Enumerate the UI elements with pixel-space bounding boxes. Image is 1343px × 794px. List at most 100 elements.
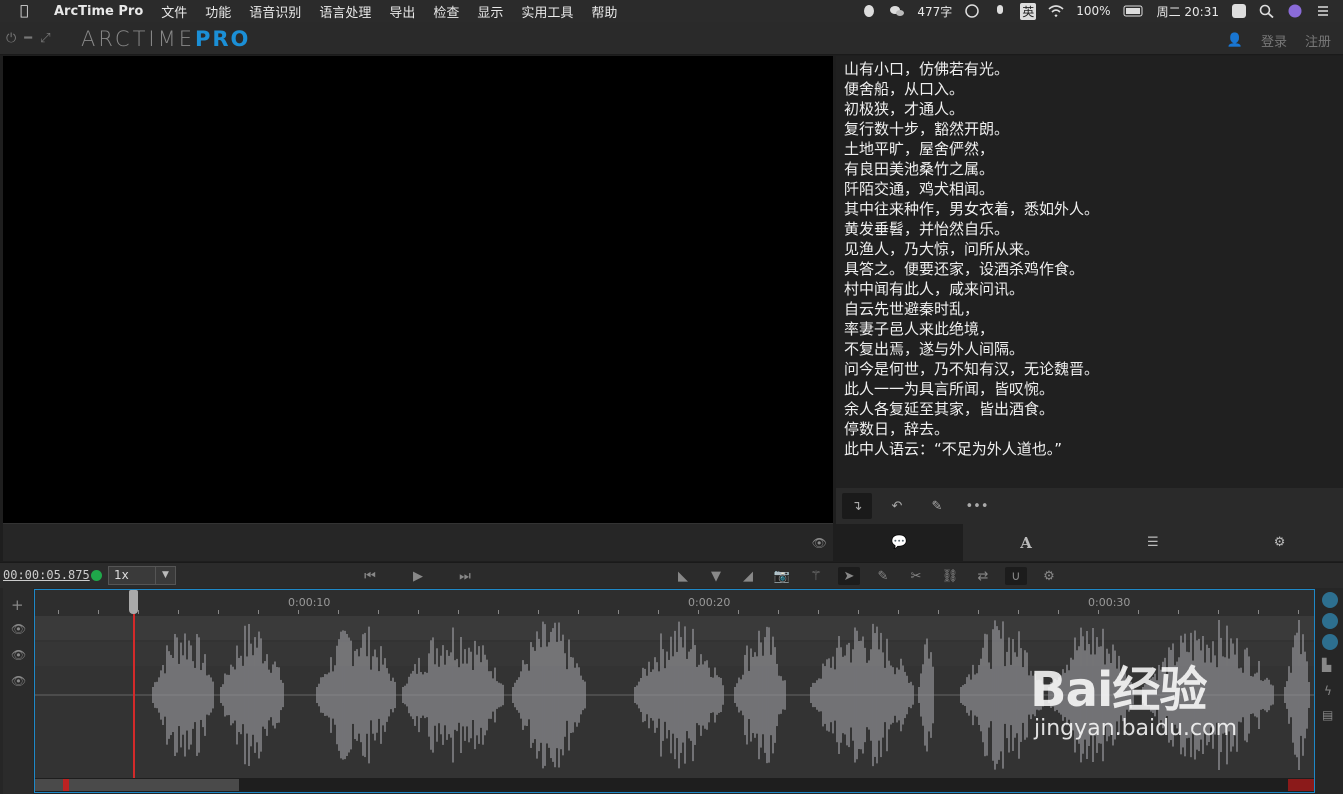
login-link[interactable]: 登录 (1261, 31, 1287, 50)
settings-gear-icon[interactable]: ⚙ (1038, 567, 1060, 585)
chart-icon[interactable]: ▙ (1322, 658, 1331, 672)
skip-back-icon[interactable]: ⏮ (359, 567, 381, 585)
play-icon[interactable]: ▶ (407, 567, 429, 585)
eye-icon[interactable]: 👁 (812, 536, 827, 550)
subtitle-line[interactable]: 停数日，辞去。 (844, 419, 1335, 439)
subtitle-line[interactable]: 山有小口，仿佛若有光。 (844, 59, 1335, 79)
sogou-icon[interactable] (1231, 4, 1247, 18)
subtitle-line[interactable]: 复行数十步，豁然开朗。 (844, 119, 1335, 139)
timeline-scrollbar[interactable] (35, 778, 1314, 792)
keyboard-icon[interactable]: ▤ (1322, 708, 1333, 722)
menu-tools[interactable]: 实用工具 (521, 2, 573, 21)
insert-icon[interactable]: ↴ (842, 493, 872, 519)
scissors-icon[interactable]: ✂ (905, 567, 927, 585)
wifi-icon[interactable] (1048, 4, 1064, 18)
lightning-icon[interactable]: ϟ (1324, 684, 1332, 698)
subtitle-line[interactable]: 阡陌交通，鸡犬相闻。 (844, 179, 1335, 199)
qq-icon[interactable] (861, 4, 877, 18)
subtitle-line[interactable]: 余人各复延至其家，皆出酒食。 (844, 399, 1335, 419)
subtitle-line[interactable]: 黄发垂髫，并怡然自乐。 (844, 219, 1335, 239)
subtitle-line[interactable]: 自云先世避秦时乱， (844, 299, 1335, 319)
clock[interactable]: 周二 20:31 (1157, 3, 1219, 20)
menu-check[interactable]: 检查 (433, 2, 459, 21)
mark-in-icon[interactable]: ◣ (672, 567, 694, 585)
add-track-icon[interactable]: + (11, 596, 24, 614)
pointer-icon[interactable]: ➤ (838, 567, 860, 585)
subtitle-line[interactable]: 问今是何世，乃不知有汉，无论魏晋。 (844, 359, 1335, 379)
scroll-marker (63, 779, 69, 791)
chat-icon: 💬 (891, 535, 908, 550)
video-preview[interactable] (3, 56, 833, 523)
track-eye-icon[interactable]: 👁 (11, 648, 26, 662)
subtitle-line[interactable]: 村中闻有此人，咸来问讯。 (844, 279, 1335, 299)
battery-icon[interactable] (1123, 4, 1145, 18)
menu-function[interactable]: 功能 (205, 2, 231, 21)
mark-out-icon[interactable]: ◢ (737, 567, 759, 585)
fullscreen-icon[interactable]: ⤢ (40, 31, 50, 46)
tab-list[interactable]: ☰ (1090, 524, 1217, 561)
subtitle-line[interactable]: 有良田美池桑竹之属。 (844, 159, 1335, 179)
zoom-dial-icon[interactable] (1322, 634, 1338, 650)
menu-help[interactable]: 帮助 (591, 2, 617, 21)
chevron-down-icon[interactable]: ▼ (155, 567, 175, 584)
time-ruler[interactable]: 0:00:10 0:00:20 0:00:30 (35, 590, 1314, 616)
link-icon[interactable]: ⛓ (939, 567, 961, 585)
apple-icon[interactable]:  (20, 3, 38, 19)
emoji-icon[interactable] (964, 4, 980, 18)
notification-center-icon[interactable] (1315, 4, 1331, 18)
subtitle-line[interactable]: 见渔人，乃大惊，问所从来。 (844, 239, 1335, 259)
wechat-icon[interactable] (889, 4, 905, 18)
siri-icon[interactable] (1287, 4, 1303, 18)
system-menubar:  ArcTime Pro 文件 功能 语音识别 语言处理 导出 检查 显示 实… (0, 0, 1343, 22)
skip-forward-icon[interactable]: ⏭ (454, 567, 476, 585)
minimize-icon[interactable]: ━ (24, 31, 32, 46)
menu-speech-recognition[interactable]: 语音识别 (249, 2, 301, 21)
tab-chat[interactable]: 💬 (836, 524, 963, 561)
tab-text-style[interactable]: A (963, 524, 1090, 561)
microphone-icon[interactable] (992, 4, 1008, 18)
ruler-tick (218, 610, 219, 614)
zoom-dial-icon[interactable] (1322, 592, 1338, 608)
ruler-tick (898, 610, 899, 614)
subtitle-line[interactable]: 其中往来种作，男女衣着，悉如外人。 (844, 199, 1335, 219)
subtitle-line[interactable]: 土地平旷，屋舍俨然， (844, 139, 1335, 159)
zoom-dial-icon[interactable] (1322, 613, 1338, 629)
menu-display[interactable]: 显示 (477, 2, 503, 21)
undo-icon[interactable]: ↶ (882, 493, 912, 519)
swap-icon[interactable]: ⇄ (972, 567, 994, 585)
power-icon[interactable]: ⏻ (6, 31, 16, 46)
timecode[interactable]: 00:00:05.875 (3, 568, 90, 582)
mark-down-icon[interactable]: ▼ (705, 567, 727, 585)
register-link[interactable]: 注册 (1305, 31, 1331, 50)
track-eye-icon[interactable]: 👁 (11, 674, 26, 688)
subtitle-line[interactable]: 初极狭，才通人。 (844, 99, 1335, 119)
menu-language-processing[interactable]: 语言处理 (319, 2, 371, 21)
input-method[interactable]: 英 (1020, 2, 1037, 20)
track-eye-icon[interactable]: 👁 (11, 622, 26, 636)
magic-wand-icon[interactable]: ⚚ (805, 567, 827, 585)
subtitle-line[interactable]: 此中人语云：“不足为外人道也。” (844, 439, 1335, 459)
edit-icon[interactable]: ✎ (872, 567, 894, 585)
ruler-tick (1138, 610, 1139, 614)
speed-select[interactable]: 1x ▼ (108, 566, 176, 585)
ruler-tick (858, 610, 859, 614)
menu-file[interactable]: 文件 (161, 2, 187, 21)
pencil-icon[interactable]: ✎ (922, 493, 952, 519)
sliders-icon: ⚙ (1273, 535, 1286, 550)
menu-app-name[interactable]: ArcTime Pro (54, 4, 143, 19)
menu-export[interactable]: 导出 (389, 2, 415, 21)
subtitle-line[interactable]: 便舍船，从口入。 (844, 79, 1335, 99)
camera-icon[interactable]: 📷 (771, 567, 793, 585)
subtitle-line[interactable]: 率妻子邑人来此绝境， (844, 319, 1335, 339)
subtitle-line[interactable]: 此人一一为具言所闻，皆叹惋。 (844, 379, 1335, 399)
subtitle-line[interactable]: 具答之。便要还家，设酒杀鸡作食。 (844, 259, 1335, 279)
subtitle-text-panel[interactable]: 山有小口，仿佛若有光。 便舍船，从口入。 初极狭，才通人。 复行数十步，豁然开朗。 土地… (836, 56, 1343, 488)
playhead-handle[interactable] (129, 590, 138, 614)
magnet-icon[interactable]: ∪ (1005, 567, 1027, 585)
ruler-tick (1218, 610, 1219, 614)
more-icon[interactable]: ••• (962, 493, 992, 519)
subtitle-line[interactable]: 不复出焉，遂与外人间隔。 (844, 339, 1335, 359)
playhead[interactable] (133, 590, 135, 778)
tab-sliders[interactable]: ⚙ (1216, 524, 1343, 561)
spotlight-search-icon[interactable] (1259, 4, 1275, 18)
